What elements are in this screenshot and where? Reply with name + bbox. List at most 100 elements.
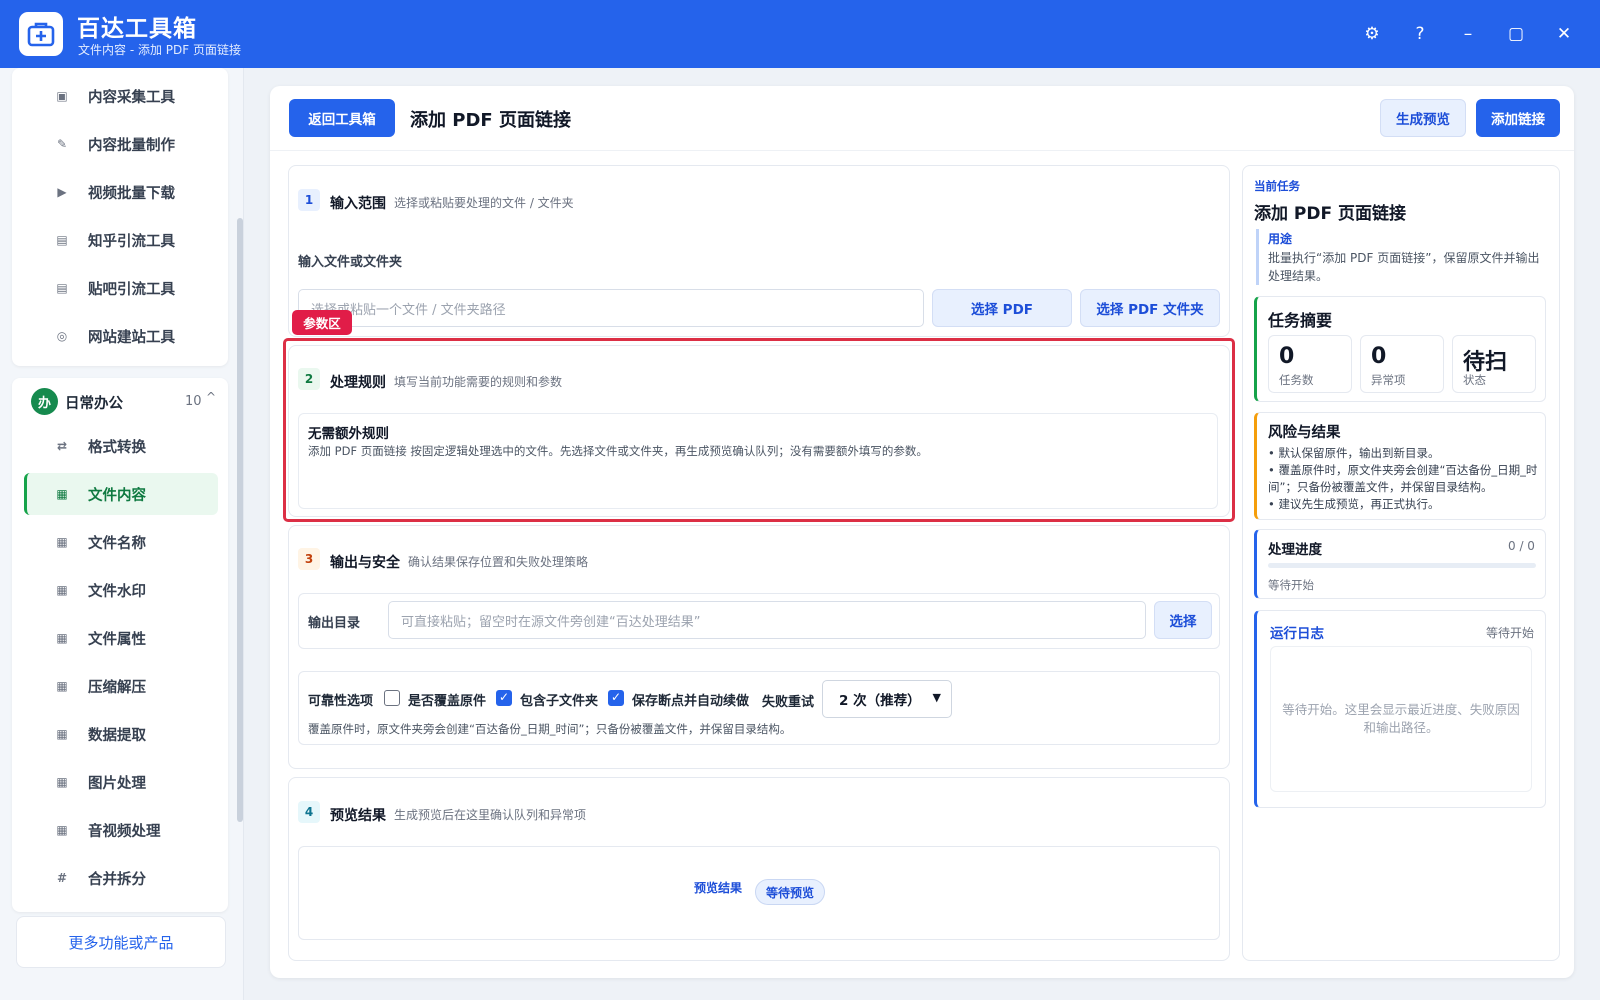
sidebar-item[interactable]: ▦ 文件属性 bbox=[24, 617, 218, 659]
sidebar-item-label: 网站建站工具 bbox=[88, 329, 175, 346]
stat-label: 任务数 bbox=[1279, 373, 1314, 387]
header-divider bbox=[270, 150, 1574, 151]
progress-track bbox=[1268, 563, 1536, 568]
overwrite-label: 是否覆盖原件 bbox=[408, 694, 487, 709]
menu-item-icon: ▦ bbox=[56, 583, 68, 597]
more-products-button[interactable]: 更多功能或产品 bbox=[16, 916, 226, 968]
output-dir-field[interactable]: 可直接粘贴；留空时在源文件旁创建“百达处理结果” bbox=[388, 601, 1146, 639]
help-icon[interactable]: ? bbox=[1406, 20, 1434, 48]
sidebar-item[interactable]: ✎ 内容批量制作 bbox=[24, 123, 218, 165]
risk-item: • 默认保留原件，输出到新目录。 bbox=[1268, 446, 1440, 460]
section-desc: 填写当前功能需要的规则和参数 bbox=[394, 375, 563, 389]
stat-label: 状态 bbox=[1463, 373, 1486, 387]
progress-title: 处理进度 bbox=[1268, 542, 1322, 558]
group-count: 10 bbox=[185, 394, 202, 409]
resume-checkbox[interactable]: ✓ bbox=[608, 690, 624, 706]
sidebar-item[interactable]: ▤ 知乎引流工具 bbox=[24, 219, 218, 261]
rule-title: 无需额外规则 bbox=[308, 426, 389, 442]
menu-item-icon: ▦ bbox=[56, 823, 68, 837]
overwrite-checkbox[interactable] bbox=[384, 690, 400, 706]
sidebar-item[interactable]: ⇄ 格式转换 bbox=[24, 425, 218, 467]
app-subtitle: 文件内容 - 添加 PDF 页面链接 bbox=[78, 43, 241, 57]
select-pdf-folder-button[interactable]: 选择 PDF 文件夹 bbox=[1080, 289, 1220, 327]
menu-item-icon: ▦ bbox=[56, 775, 68, 789]
sidebar-item-label: 压缩解压 bbox=[88, 679, 146, 696]
section-desc: 确认结果保存位置和失败处理策略 bbox=[408, 555, 589, 569]
current-task-title: 添加 PDF 页面链接 bbox=[1254, 204, 1407, 224]
section-title: 处理规则 bbox=[330, 375, 386, 391]
select-pdf-button[interactable]: 选择 PDF bbox=[932, 289, 1072, 327]
sidebar-item-label: 文件水印 bbox=[88, 583, 146, 600]
input-path-field[interactable]: 选择或粘贴一个文件 / 文件夹路径 bbox=[298, 289, 924, 327]
resume-label: 保存断点并自动续做 bbox=[632, 694, 750, 709]
sidebar-item[interactable]: ▤ 贴吧引流工具 bbox=[24, 267, 218, 309]
stat-label: 异常项 bbox=[1371, 373, 1406, 387]
add-link-button[interactable]: 添加链接 bbox=[1476, 99, 1560, 137]
section-number: 4 bbox=[298, 801, 320, 823]
menu-item-icon: ✎ bbox=[56, 137, 68, 151]
output-select-button[interactable]: 选择 bbox=[1154, 601, 1212, 639]
sidebar-item[interactable]: ▣ 内容采集工具 bbox=[24, 75, 218, 117]
usage-accent bbox=[1256, 229, 1259, 285]
menu-item-icon: ▶ bbox=[57, 185, 67, 199]
sidebar-group-header[interactable]: 办 日常办公 10 ^ bbox=[12, 378, 228, 424]
menu-item-icon: ▦ bbox=[56, 727, 68, 741]
output-dir-label: 输出目录 bbox=[308, 616, 361, 631]
sidebar-item[interactable]: ▦ 文件水印 bbox=[24, 569, 218, 611]
current-task-label: 当前任务 bbox=[1254, 179, 1300, 193]
menu-item-icon: ◎ bbox=[56, 329, 68, 343]
sidebar-item[interactable]: ◎ 网站建站工具 bbox=[24, 315, 218, 357]
sidebar-item[interactable]: ▶ 视频批量下载 bbox=[24, 171, 218, 213]
rule-desc: 添加 PDF 页面链接 按固定逻辑处理选中的文件。先选择文件或文件夹，再生成预览… bbox=[308, 444, 928, 458]
preview-status-badge: 等待预览 bbox=[755, 879, 825, 905]
sidebar-item-label: 视频批量下载 bbox=[88, 185, 175, 202]
sidebar-item[interactable]: ▦ 压缩解压 bbox=[24, 665, 218, 707]
menu-item-icon: # bbox=[56, 871, 68, 885]
reliability-label: 可靠性选项 bbox=[308, 694, 374, 709]
maximize-icon[interactable]: ▢ bbox=[1502, 20, 1530, 48]
retry-select[interactable]: 2 次（推荐） ▼ bbox=[822, 680, 952, 718]
preview-label: 预览结果 bbox=[694, 881, 743, 895]
sidebar-item-label: 音视频处理 bbox=[88, 823, 161, 840]
page-title: 添加 PDF 页面链接 bbox=[410, 110, 571, 131]
section-number: 3 bbox=[298, 548, 320, 570]
sidebar-item-label: 合并拆分 bbox=[88, 871, 146, 888]
section-number: 2 bbox=[298, 368, 320, 390]
stat-status: 待扫 状态 bbox=[1452, 335, 1536, 393]
minimize-icon[interactable]: – bbox=[1454, 20, 1482, 48]
sidebar-item-label: 内容批量制作 bbox=[88, 137, 175, 154]
include-subfolders-checkbox[interactable]: ✓ bbox=[496, 690, 512, 706]
section-number: 1 bbox=[298, 189, 320, 211]
sidebar-item[interactable]: ▦ 文件内容 bbox=[24, 473, 218, 515]
menu-item-icon: ▦ bbox=[56, 679, 68, 693]
progress-count: 0 / 0 bbox=[1508, 539, 1535, 553]
sidebar-item[interactable]: ▦ 数据提取 bbox=[24, 713, 218, 755]
sidebar-item-label: 数据提取 bbox=[88, 727, 146, 744]
group-badge: 办 bbox=[31, 388, 58, 415]
sidebar-item-label: 文件内容 bbox=[88, 487, 146, 504]
log-status: 等待开始 bbox=[1486, 626, 1535, 640]
section-title: 输出与安全 bbox=[330, 555, 400, 571]
sidebar-item-label: 贴吧引流工具 bbox=[88, 281, 175, 298]
section-title: 预览结果 bbox=[330, 808, 386, 824]
sidebar-item[interactable]: # 合并拆分 bbox=[24, 857, 218, 899]
settings-icon[interactable]: ⚙ bbox=[1358, 20, 1386, 48]
preview-button[interactable]: 生成预览 bbox=[1380, 99, 1466, 137]
sidebar-item-label: 图片处理 bbox=[88, 775, 146, 792]
sidebar-item[interactable]: ▦ 文件名称 bbox=[24, 521, 218, 563]
sidebar-item[interactable]: ▦ 音视频处理 bbox=[24, 809, 218, 851]
chevron-up-icon[interactable]: ^ bbox=[206, 390, 216, 404]
back-button[interactable]: 返回工具箱 bbox=[289, 99, 395, 137]
menu-item-icon: ▦ bbox=[56, 487, 68, 501]
summary-title: 任务摘要 bbox=[1268, 311, 1333, 330]
sidebar-item-label: 格式转换 bbox=[88, 439, 146, 456]
close-icon[interactable]: ✕ bbox=[1550, 20, 1578, 48]
sidebar-item-label: 内容采集工具 bbox=[88, 89, 175, 106]
usage-label: 用途 bbox=[1268, 232, 1293, 246]
sidebar-item[interactable]: ▦ 图片处理 bbox=[24, 761, 218, 803]
risk-title: 风险与结果 bbox=[1268, 425, 1341, 441]
sidebar-item-label: 文件名称 bbox=[88, 535, 146, 552]
stat-error-count: 0 异常项 bbox=[1360, 335, 1444, 393]
sidebar-scrollbar[interactable] bbox=[237, 218, 243, 822]
menu-item-icon: ▤ bbox=[56, 233, 68, 247]
